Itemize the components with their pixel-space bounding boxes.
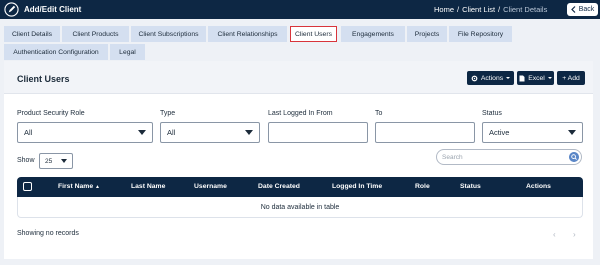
breadcrumb-current: Client Details	[503, 5, 548, 14]
breadcrumb-separator: /	[498, 5, 501, 14]
add-label: + Add	[562, 74, 580, 82]
search-input[interactable]: Search	[436, 149, 582, 165]
sort-asc-icon: ▲	[95, 184, 100, 190]
chevron-down-icon	[61, 159, 67, 163]
excel-label: Excel	[528, 74, 545, 82]
caret-down-icon	[506, 77, 511, 79]
type-select[interactable]: All	[160, 122, 260, 143]
search-placeholder: Search	[442, 153, 463, 161]
column-logged-in-time[interactable]: Logged In Time	[332, 183, 382, 190]
next-page-icon[interactable]: ›	[573, 230, 576, 239]
column-username[interactable]: Username	[194, 183, 227, 190]
table-empty-row: No data available in table	[17, 197, 583, 218]
status-select[interactable]: Active	[482, 122, 583, 143]
tab-client-subscriptions[interactable]: Client Subscriptions	[131, 26, 206, 42]
tab-legal[interactable]: Legal	[110, 44, 145, 60]
add-button[interactable]: + Add	[557, 71, 585, 85]
to-date-input[interactable]	[375, 122, 475, 143]
tab-engagements[interactable]: Engagements	[341, 26, 405, 42]
tab-client-users[interactable]: Client Users	[290, 26, 337, 42]
chevron-left-icon	[570, 6, 576, 13]
previous-page-icon[interactable]: ‹	[553, 230, 556, 239]
chevron-down-icon	[138, 130, 146, 135]
page-size-value: 25	[45, 157, 53, 165]
caret-down-icon	[547, 77, 552, 79]
panel-title: Client Users	[17, 74, 70, 84]
filter-label-product-security-role: Product Security Role	[17, 110, 85, 117]
edit-client-logo-icon	[4, 2, 19, 17]
top-bar: Add/Edit Client Home / Client List / Client …	[0, 0, 600, 19]
status-value: Active	[489, 128, 510, 137]
actions-button[interactable]: Actions	[467, 71, 514, 85]
column-status[interactable]: Status	[460, 183, 481, 190]
page-size-select[interactable]: 25	[39, 153, 73, 169]
product-security-role-select[interactable]: All	[17, 122, 153, 143]
column-role[interactable]: Role	[415, 183, 430, 190]
filter-label-last-logged-in-from: Last Logged In From	[268, 110, 333, 117]
tab-client-products[interactable]: Client Products	[62, 26, 129, 42]
empty-message: No data available in table	[260, 203, 340, 211]
file-icon	[519, 75, 525, 81]
back-button-label: Back	[578, 6, 595, 13]
back-button[interactable]: Back	[567, 3, 598, 16]
column-last-name[interactable]: Last Name	[131, 183, 165, 190]
gear-icon	[471, 75, 478, 81]
actions-label: Actions	[480, 74, 504, 82]
column-actions: Actions	[526, 183, 551, 190]
breadcrumb: Home / Client List / Client Details	[434, 5, 547, 14]
last-logged-in-from-input[interactable]	[268, 122, 368, 143]
column-first-name[interactable]: First Name ▲	[58, 183, 100, 190]
breadcrumb-home[interactable]: Home	[434, 5, 454, 14]
breadcrumb-separator: /	[457, 5, 460, 14]
chevron-down-icon	[568, 130, 576, 135]
tab-authentication-configuration[interactable]: Authentication Configuration	[4, 44, 108, 60]
breadcrumb-client-list[interactable]: Client List	[462, 5, 495, 14]
tab-projects[interactable]: Projects	[407, 26, 447, 42]
show-label: Show	[17, 157, 35, 164]
page-title: Add/Edit Client	[24, 5, 82, 14]
records-info: Showing no records	[17, 230, 79, 237]
tab-client-relationships[interactable]: Client Relationships	[208, 26, 287, 42]
filter-label-to: To	[375, 110, 383, 117]
excel-button[interactable]: Excel	[517, 71, 554, 85]
type-value: All	[167, 128, 176, 137]
filter-label-type: Type	[160, 110, 176, 117]
chevron-down-icon	[245, 130, 253, 135]
column-date-created[interactable]: Date Created	[258, 183, 300, 190]
filter-label-status: Status	[482, 110, 502, 117]
select-all-checkbox[interactable]	[23, 182, 32, 191]
table-header: First Name ▲ Last Name Username Date Cre…	[17, 177, 583, 197]
tab-file-repository[interactable]: File Repository	[449, 26, 512, 42]
product-security-role-value: All	[24, 128, 33, 137]
tab-client-details[interactable]: Client Details	[4, 26, 60, 42]
search-icon[interactable]	[569, 152, 579, 162]
